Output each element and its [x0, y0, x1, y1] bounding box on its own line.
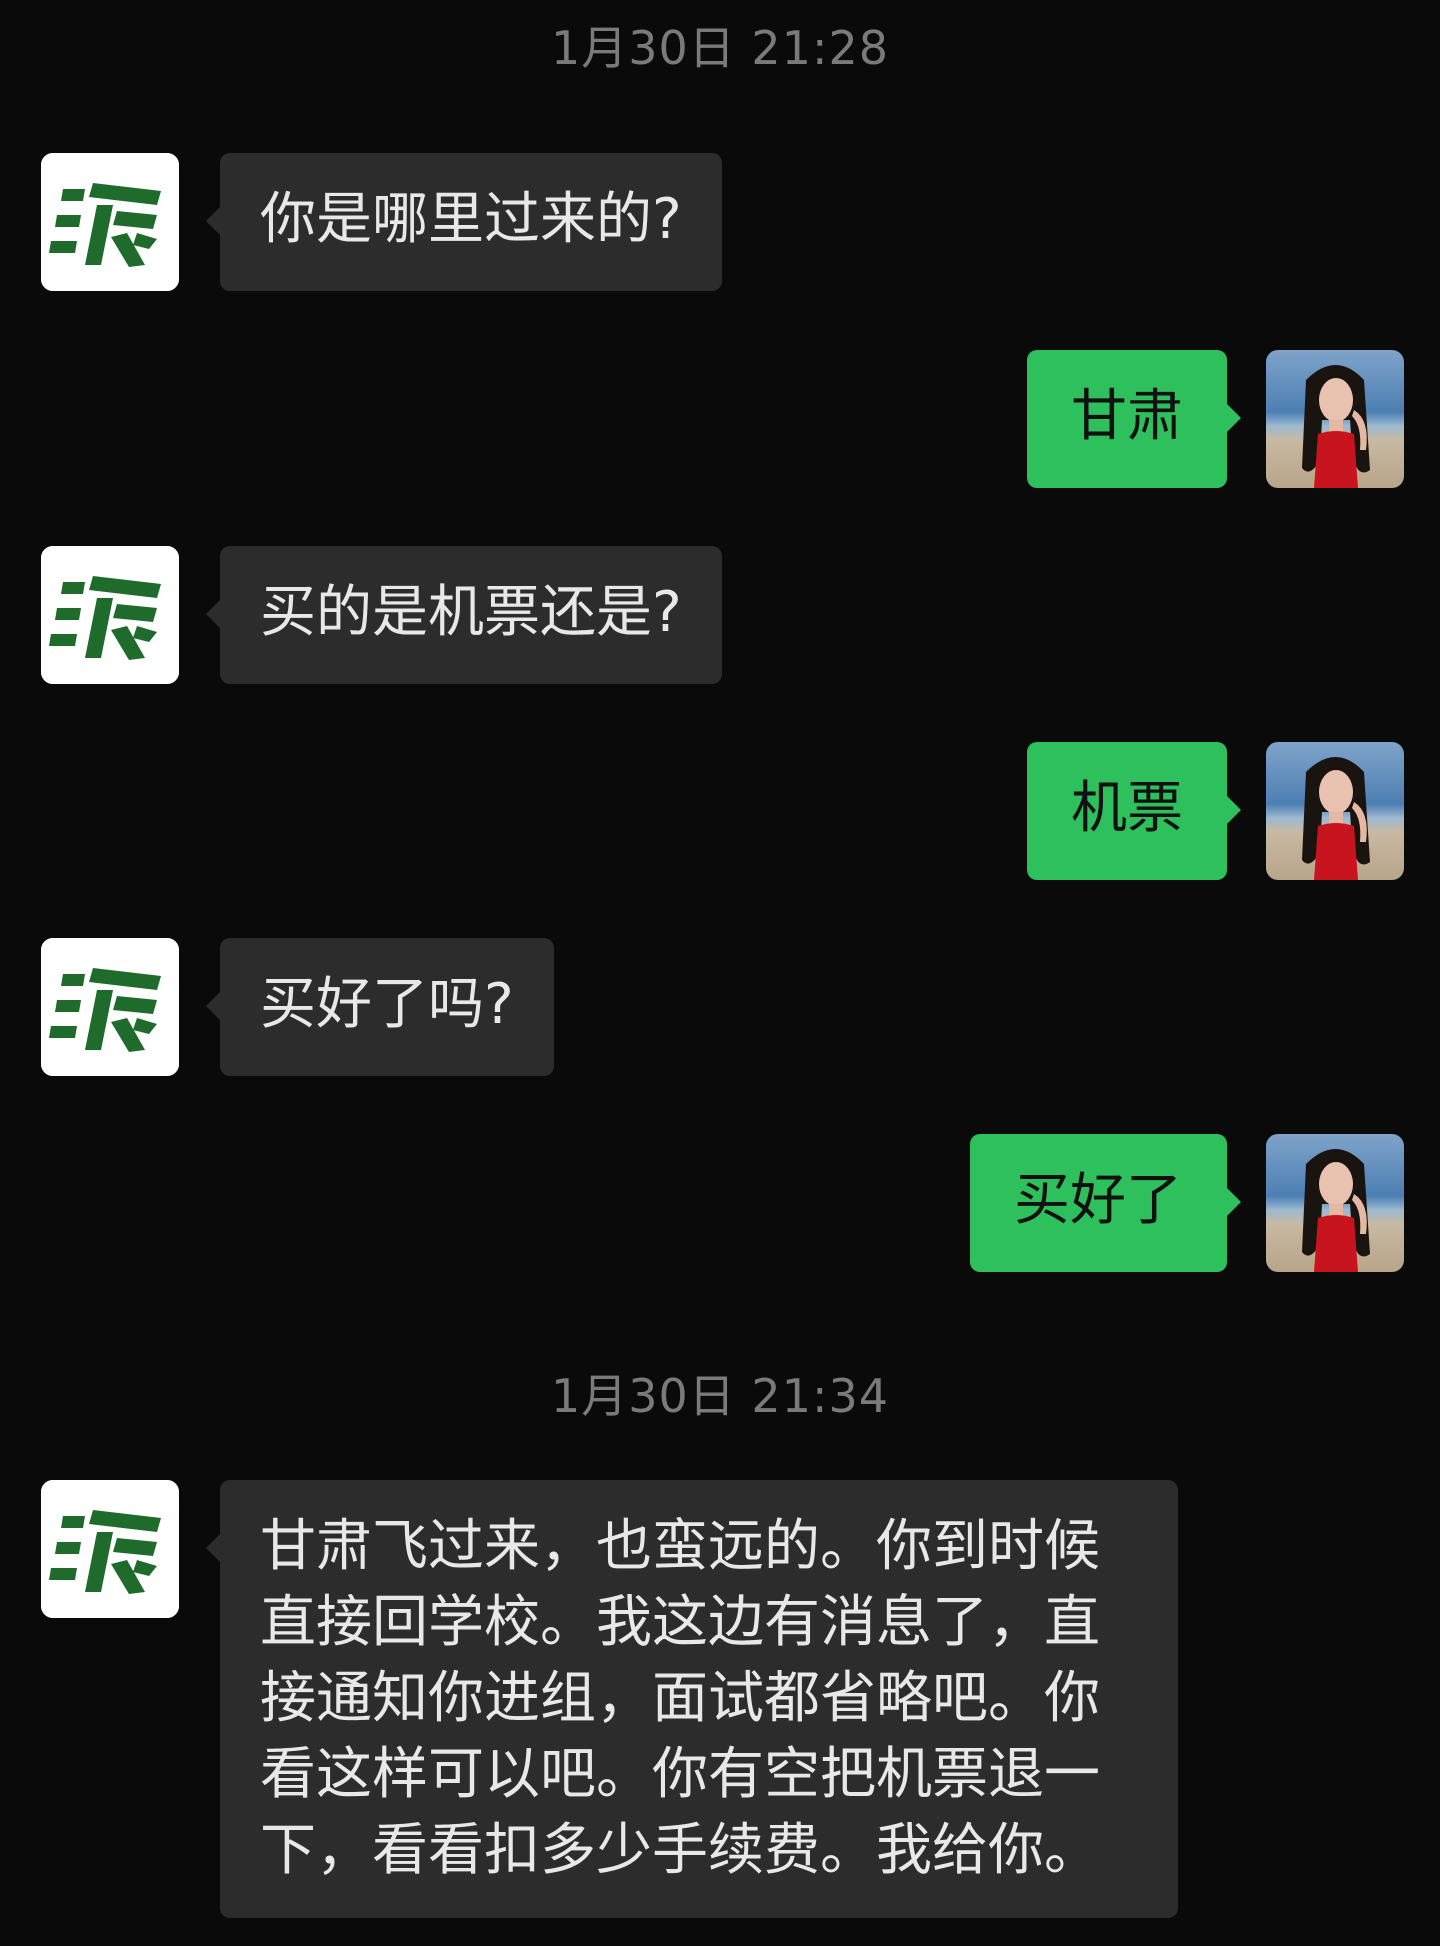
green-logo-icon	[41, 1480, 179, 1618]
incoming-message-bubble[interactable]: 甘肃飞过来，也蛮远的。你到时候直接回学校。我这边有消息了，直接通知你进组，面试都…	[206, 1480, 1178, 1918]
user-avatar[interactable]	[1266, 1134, 1404, 1272]
contact-avatar[interactable]	[41, 938, 179, 1076]
green-logo-icon	[41, 153, 179, 291]
green-logo-icon	[41, 546, 179, 684]
outgoing-message-bubble[interactable]: 机票	[1027, 742, 1241, 880]
contact-avatar[interactable]	[41, 1480, 179, 1618]
green-logo-icon	[41, 938, 179, 1076]
outgoing-message-bubble[interactable]: 买好了	[970, 1134, 1241, 1272]
user-avatar[interactable]	[1266, 350, 1404, 488]
contact-avatar[interactable]	[41, 546, 179, 684]
user-avatar[interactable]	[1266, 742, 1404, 880]
portrait-photo	[1266, 350, 1404, 488]
incoming-message-bubble[interactable]: 你是哪里过来的?	[206, 153, 722, 291]
chat-window: 1月30日 21:28 你是哪里过来的? 甘肃 买的是机票还是? 机票 买好了吗…	[0, 0, 1440, 1946]
portrait-photo	[1266, 1134, 1404, 1272]
incoming-message-bubble[interactable]: 买的是机票还是?	[206, 546, 722, 684]
timestamp: 1月30日 21:28	[551, 21, 889, 75]
timestamp: 1月30日 21:34	[551, 1369, 889, 1423]
contact-avatar[interactable]	[41, 153, 179, 291]
portrait-photo	[1266, 742, 1404, 880]
outgoing-message-bubble[interactable]: 甘肃	[1027, 350, 1241, 488]
incoming-message-bubble[interactable]: 买好了吗?	[206, 938, 554, 1076]
